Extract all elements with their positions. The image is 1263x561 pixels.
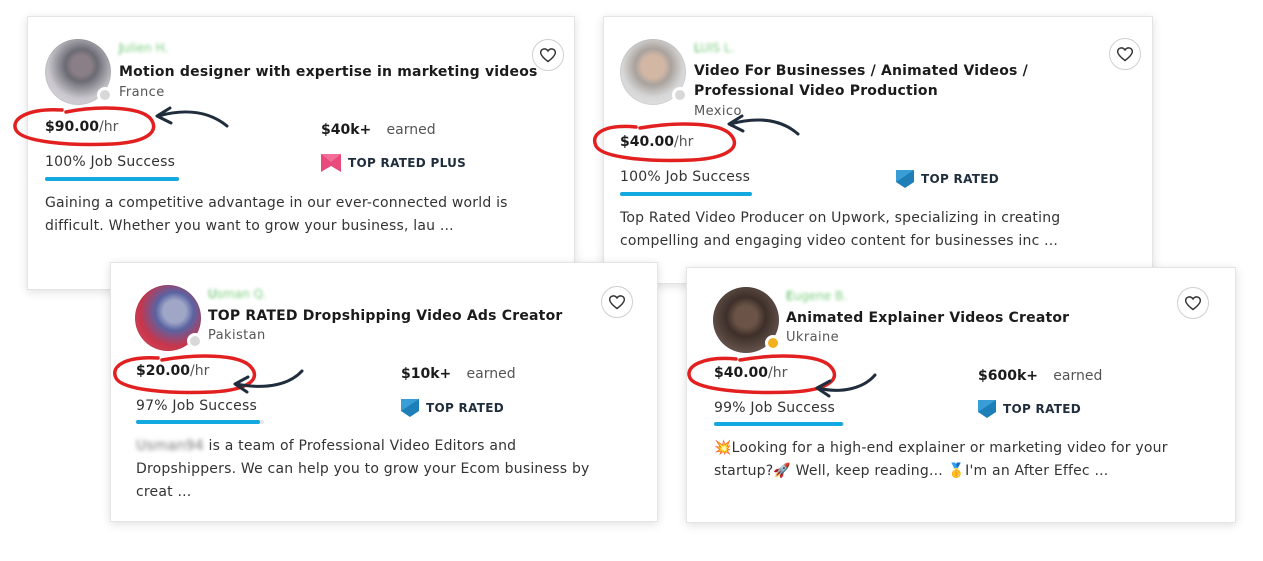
profile-description: Usman94 is a team of Professional Video … [136,438,590,500]
country-label: Ukraine [786,330,840,345]
heart-icon [540,47,556,62]
job-success-bar [136,420,264,424]
offline-status-icon [672,87,688,103]
earnings: $10k+ earned [401,366,516,382]
hourly-rate: $20.00/hr [136,363,210,379]
top-rated-plus-icon [321,154,341,172]
job-success-bar [45,177,179,181]
hourly-rate: $40.00/hr [714,365,788,381]
profile-description: 💥Looking for a high-end explainer or mar… [714,440,1168,479]
country-label: Pakistan [208,328,266,343]
profile-title[interactable]: Animated Explainer Videos Creator [786,310,1069,326]
profile-description: Top Rated Video Producer on Upwork, spec… [620,210,1061,249]
profile-title[interactable]: TOP RATED Dropshipping Video Ads Creator [208,308,563,324]
freelancer-name[interactable]: Usman Q. [208,287,267,301]
top-rated-badge: TOP RATED [896,170,999,188]
freelancer-name[interactable]: LUIS L. [694,41,734,55]
heart-icon [609,294,625,309]
heart-icon [1117,46,1133,61]
top-rated-icon [978,400,996,418]
top-rated-badge: TOP RATED [978,400,1081,418]
top-rated-icon [401,399,419,417]
earnings: $40k+ earned [321,122,436,138]
freelancer-name[interactable]: Julien H. [119,41,168,55]
freelancer-card-julien[interactable]: Julien H. Motion designer with expertise… [27,16,575,290]
freelancer-card-luis[interactable]: LUIS L. Video For Businesses / Animated … [603,16,1153,284]
save-favorite-button[interactable] [1109,38,1141,70]
offline-status-icon [97,87,113,103]
freelancer-name[interactable]: Eugene B. [786,289,847,303]
avatar[interactable] [45,39,113,105]
top-rated-icon [896,170,914,188]
away-status-icon [765,335,781,351]
avatar[interactable] [713,287,781,353]
earnings: $600k+ earned [978,368,1103,384]
avatar[interactable] [135,285,203,351]
country-label: France [119,85,165,100]
hourly-rate: $40.00/hr [620,134,694,150]
profile-title[interactable]: Motion designer with expertise in market… [119,64,538,80]
profile-description: Gaining a competitive advantage in our e… [45,195,508,234]
top-rated-plus-badge: TOP RATED PLUS [321,154,466,172]
job-success-bar [620,192,752,196]
save-favorite-button[interactable] [1177,287,1209,319]
job-success-label: 97% Job Success [136,398,257,414]
profile-title[interactable]: Video For Businesses / Animated Videos / [694,63,1028,79]
heart-icon [1185,295,1201,310]
save-favorite-button[interactable] [532,39,564,71]
job-success-label: 100% Job Success [45,154,176,170]
freelancer-card-usman[interactable]: Usman Q. TOP RATED Dropshipping Video Ad… [110,262,658,522]
avatar[interactable] [620,39,688,105]
job-success-bar [714,422,844,426]
hourly-rate: $90.00/hr [45,119,119,135]
top-rated-badge: TOP RATED [401,399,504,417]
country-label: Mexico [694,104,742,119]
freelancer-card-eugene[interactable]: Eugene B. Animated Explainer Videos Crea… [686,267,1236,523]
save-favorite-button[interactable] [601,286,633,318]
profile-title-line-2[interactable]: Professional Video Production [694,83,938,99]
job-success-label: 99% Job Success [714,400,835,416]
offline-status-icon [187,333,203,349]
job-success-label: 100% Job Success [620,169,751,185]
